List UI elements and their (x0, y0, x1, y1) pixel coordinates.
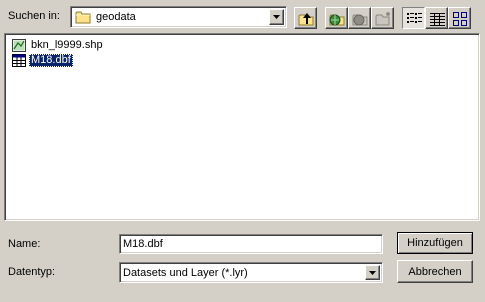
list-view-button[interactable] (402, 7, 425, 29)
new-folder-button[interactable] (371, 7, 394, 29)
shapefile-icon (12, 38, 26, 52)
type-select-value: Datasets und Layer (*.lyr) (123, 266, 248, 279)
lookin-combobox[interactable]: geodata (70, 6, 287, 28)
type-select[interactable]: Datasets und Layer (*.lyr) (119, 262, 383, 283)
file-list[interactable]: bkn_l9999.shp M18.dbf (4, 33, 480, 221)
lookin-label: Suchen in: (8, 10, 60, 22)
list-item[interactable]: M18.dbf (12, 53, 73, 67)
up-folder-icon (298, 13, 314, 26)
lookin-value: geodata (96, 11, 136, 23)
connect-folder-icon (329, 14, 345, 26)
disconnect-folder-icon (352, 14, 368, 26)
list-item[interactable]: bkn_l9999.shp (12, 38, 105, 52)
name-input[interactable]: M18.dbf (119, 234, 383, 254)
name-input-value: M18.dbf (123, 238, 163, 250)
details-view-button[interactable] (425, 7, 448, 29)
type-dropdown-button[interactable] (365, 265, 380, 280)
list-view-icon (407, 13, 422, 23)
cancel-button-label: Abbrechen (408, 265, 462, 278)
chevron-down-icon (369, 270, 376, 275)
file-name: bkn_l9999.shp (31, 38, 103, 51)
disconnect-folder-button[interactable] (348, 7, 371, 29)
up-one-level-button[interactable] (294, 7, 317, 29)
type-label: Datentyp: (8, 266, 56, 278)
connect-folder-button[interactable] (325, 7, 348, 29)
lookin-dropdown-button[interactable] (269, 9, 284, 25)
add-data-dialog: Suchen in: geodata bkn_l9999.shp M18.dbf… (0, 0, 485, 302)
add-button-label: Hinzufügen (407, 237, 463, 249)
chevron-down-icon (273, 15, 280, 19)
add-button[interactable]: Hinzufügen (397, 232, 473, 254)
file-name: M18.dbf (29, 53, 73, 67)
name-label: Name: (8, 238, 41, 250)
thumbnails-view-button[interactable] (448, 7, 471, 29)
cancel-button[interactable]: Abbrechen (397, 260, 473, 283)
new-folder-icon (375, 12, 390, 26)
details-view-icon (430, 13, 445, 26)
table-icon (12, 53, 26, 67)
folder-icon (75, 11, 91, 24)
thumbnails-view-icon (453, 12, 467, 26)
